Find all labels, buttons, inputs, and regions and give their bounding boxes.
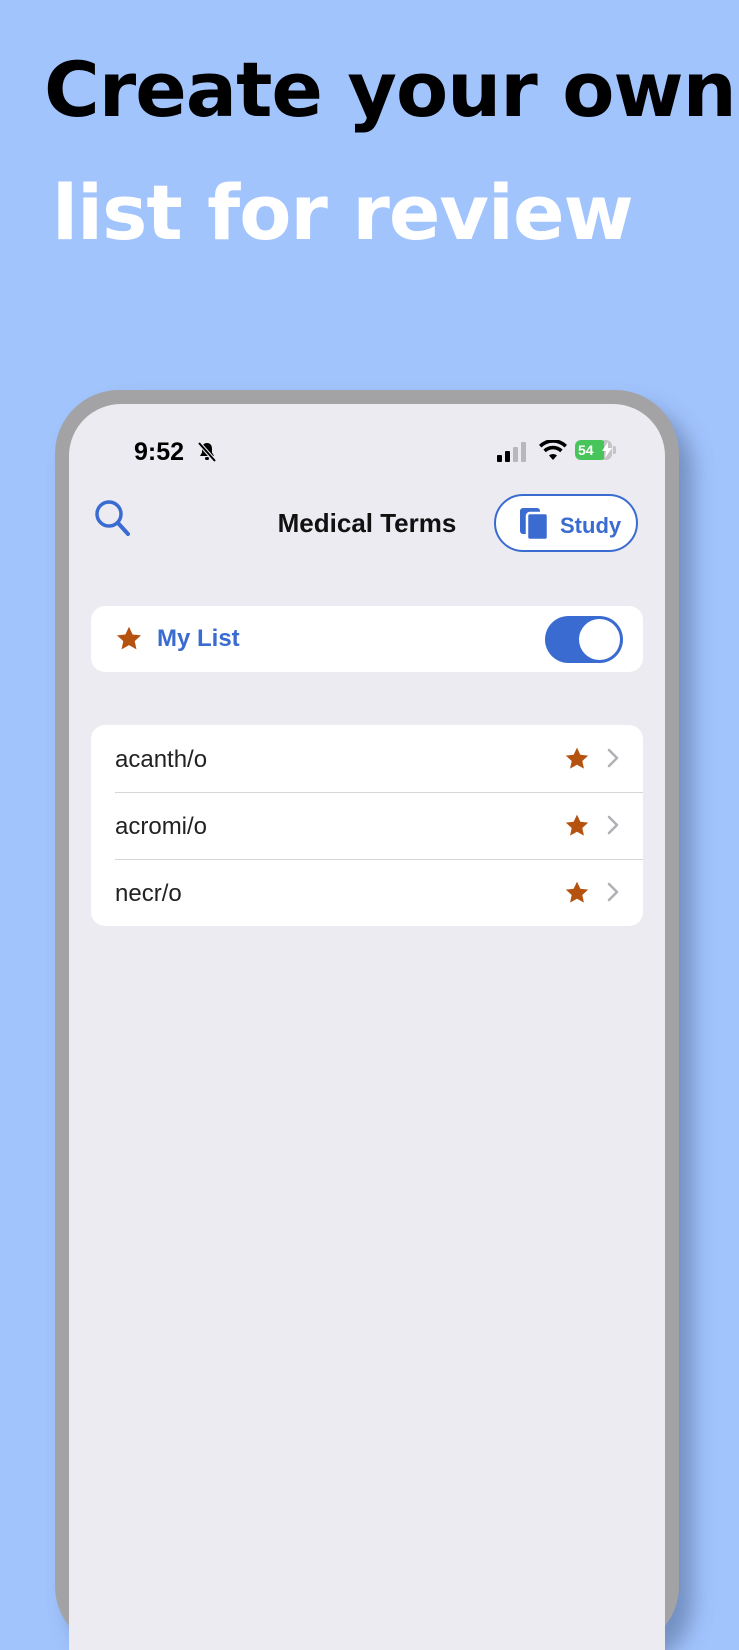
status-bar: 9:52 54	[69, 404, 665, 466]
flashcards-icon	[520, 508, 550, 542]
term-row-necr-o[interactable]: necr/o	[91, 859, 643, 926]
star-icon[interactable]	[564, 880, 590, 906]
battery-cap	[613, 446, 616, 454]
terms-list: acanth/o acromi/o necr/o	[91, 725, 643, 926]
study-button-label: Study	[560, 513, 622, 538]
study-button[interactable]: Study	[494, 494, 638, 552]
star-icon[interactable]	[564, 813, 590, 839]
term-row-acromi-o[interactable]: acromi/o	[91, 792, 643, 859]
term-row-acanth-o[interactable]: acanth/o	[91, 725, 643, 792]
term-label: necr/o	[115, 880, 182, 907]
headline-line-1: Create your own	[44, 45, 737, 134]
toggle-knob	[579, 619, 620, 660]
term-label: acanth/o	[115, 746, 208, 773]
my-list-card: My List	[91, 606, 643, 672]
phone-screen: 9:52 54 Medical Terms Study My List acan…	[69, 404, 665, 1650]
cellular-signal-icon	[497, 442, 526, 462]
charging-bolt-icon	[602, 442, 612, 458]
chevron-right-icon	[607, 748, 619, 768]
wifi-icon	[539, 440, 567, 460]
star-icon[interactable]	[564, 746, 590, 772]
chevron-right-icon	[607, 882, 619, 902]
star-icon	[116, 626, 142, 650]
my-list-label: My List	[157, 625, 240, 652]
phone-frame: 9:52 54 Medical Terms Study My List acan…	[55, 390, 679, 1650]
search-icon	[95, 500, 130, 536]
my-list-toggle[interactable]	[545, 616, 623, 663]
search-button[interactable]	[93, 498, 133, 538]
status-time: 9:52	[134, 438, 185, 466]
chevron-right-icon	[607, 815, 619, 835]
navigation-bar: Medical Terms Study	[69, 474, 665, 554]
term-label: acromi/o	[115, 813, 208, 840]
headline-line-2: list for review	[52, 168, 634, 257]
bell-muted-icon	[197, 441, 217, 463]
